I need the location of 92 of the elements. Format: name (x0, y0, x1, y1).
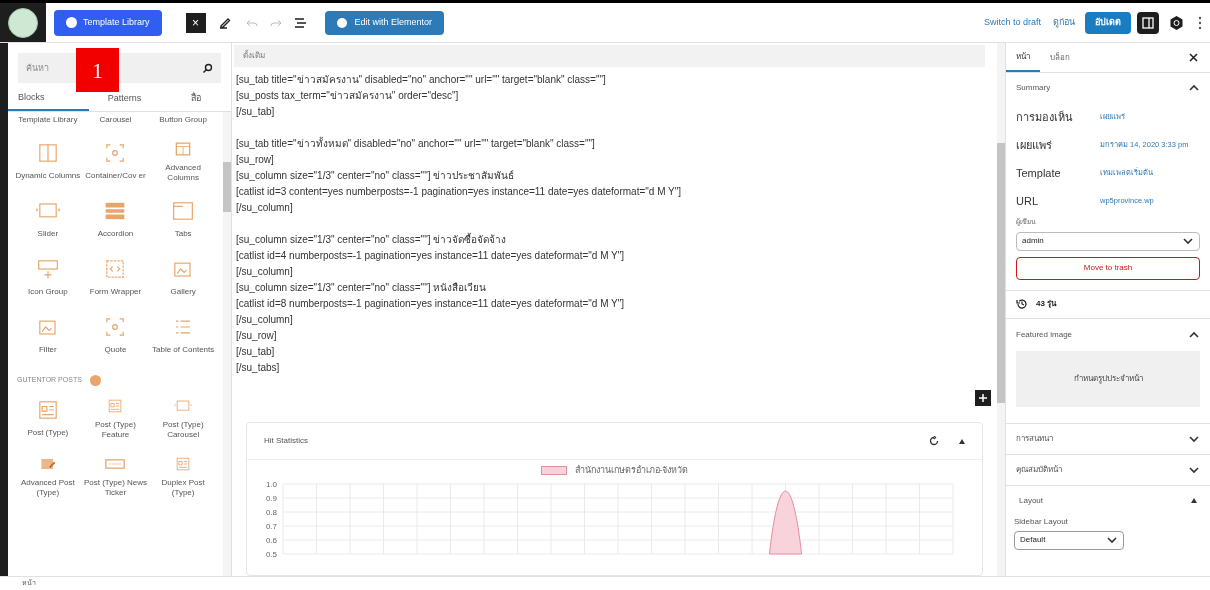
summary-label: Template (1016, 165, 1062, 181)
shortcode-line: [/su_tab] (236, 105, 276, 119)
block-item[interactable]: Slider (14, 197, 82, 241)
shortcode-line: [su_tab title="ข่าวทั้งหมด" disabled="no" anchor="" url="" target="blank" class=""] (236, 136, 596, 151)
y-axis-label: 0.5 (265, 549, 277, 559)
block-item[interactable]: Accordion (81, 197, 150, 241)
block-label[interactable]: Template Library (14, 115, 82, 125)
panel-title[interactable]: คุณสมบัติหน้า (1016, 463, 1062, 476)
add-block-button[interactable] (975, 390, 991, 406)
shortcode-line: [catlist id=3 content=yes numberposts=-1 pagination=yes instance=11 date=yes dateformat="d M Y"] (236, 185, 683, 199)
panel-title[interactable]: Summary (1016, 82, 1051, 94)
sidebar-panel-icon (1142, 16, 1154, 29)
switch-to-draft-link[interactable]: Switch to draft (983, 15, 1041, 30)
shortcode-line: [/su_column] (236, 201, 294, 215)
settings-tab[interactable]: หน้า (1006, 43, 1040, 72)
shortcode-line: [/su_tab] (236, 345, 276, 359)
y-axis-label: 1.0 (265, 479, 277, 489)
inserter-tab[interactable]: สื่อ (160, 87, 231, 111)
scrollbar[interactable] (997, 43, 1005, 576)
close-button[interactable]: × (185, 12, 206, 33)
block-item[interactable]: Quote (81, 313, 150, 357)
y-axis-label: 0.8 (265, 507, 277, 517)
sidebar-layout-select[interactable]: Default (1014, 530, 1124, 550)
panel-title[interactable]: Layout (1019, 494, 1044, 507)
legend-swatch (540, 466, 567, 476)
block-item[interactable]: Table of Contents (149, 313, 217, 357)
author-select[interactable]: admin (1016, 231, 1200, 251)
y-axis-label: 0.7 (265, 521, 277, 531)
list-view-icon[interactable] (293, 16, 307, 29)
shortcode-line: [su_tab title="ข่าวสมัครงาน" disabled="no" anchor="" url="" target="blank" class=""] (236, 73, 607, 87)
more-options-icon[interactable] (1198, 15, 1202, 30)
field-label: Sidebar Layout (1014, 515, 1069, 528)
block-label[interactable]: Button Group (149, 115, 217, 125)
summary-label: URL (1016, 193, 1039, 209)
block-label-bar: ดั้งเดิม (234, 45, 985, 67)
shortcode-line: [su_column size="1/3" center="no" class=""] หนังสือเวียน (236, 281, 488, 295)
plus-icon (979, 394, 987, 402)
move-to-trash-button[interactable]: Move to trash (1016, 256, 1200, 280)
block-item[interactable]: Tabs (149, 197, 217, 241)
template-library-button[interactable]: Template Library (54, 9, 162, 36)
settings-tab[interactable]: บล็อก (1040, 43, 1080, 72)
block-item[interactable]: Container/Cov er (81, 139, 150, 183)
chevron-down-icon (1182, 235, 1194, 247)
block-item[interactable]: Form Wrapper (81, 255, 150, 299)
block-item[interactable]: Filter (14, 313, 82, 357)
shortcode-line: [su_row] (236, 153, 275, 167)
close-icon[interactable] (1189, 53, 1198, 62)
shortcode-line: [/su_column] (236, 265, 294, 279)
block-item[interactable]: Post (Type) News Ticker (81, 454, 150, 498)
summary-label: การมองเห็น (1016, 109, 1074, 125)
shortcode-line: [su_column size="1/3" center="no" class=""] ข่าวจัดซื้อจัดจ้าง (236, 232, 508, 247)
inserter-tab[interactable]: Blocks (8, 87, 89, 111)
card-title: Hit Statistics (264, 435, 308, 447)
site-logo[interactable] (8, 7, 38, 38)
block-item[interactable]: Post (Type) (14, 396, 82, 440)
collapse-triangle-icon[interactable] (1191, 498, 1197, 503)
block-item[interactable]: Post (Type) Carousel (149, 396, 217, 440)
shortcode-line: [/su_tabs] (236, 361, 281, 375)
block-item[interactable]: Advanced Columns (149, 139, 217, 183)
shortcode-line: [/su_column] (236, 313, 294, 327)
hexagon-logo-icon[interactable] (1169, 14, 1184, 31)
step-number-tooltip: 1 (76, 48, 119, 92)
panel-title[interactable]: Featured image (1016, 328, 1073, 341)
edit-with-elementor-button[interactable]: Edit with Elementor (324, 10, 445, 35)
y-axis-label: 0.9 (265, 493, 277, 503)
update-button[interactable]: อัปเดต (1085, 11, 1131, 34)
shortcode-line: [/su_row] (236, 329, 278, 343)
scrollbar[interactable] (223, 112, 231, 576)
preview-link[interactable]: ดูก่อน (1053, 15, 1075, 30)
history-icon (1016, 298, 1028, 310)
collapse-triangle-icon[interactable] (959, 438, 965, 444)
panel-title[interactable]: การสนทนา (1016, 432, 1053, 445)
chevron-down-icon (1106, 534, 1118, 546)
legend-label: สำนักงานเกษตรอำเภอ-จังหวัด (574, 464, 689, 477)
sidebar-toggle-button[interactable] (1137, 11, 1159, 34)
block-item[interactable]: Duplex Post (Type) (149, 454, 217, 498)
shortcode-line: [su_posts tax_term="ข่าวสมัครงาน" order="desc"] (236, 89, 460, 103)
revisions-link[interactable]: 43 รุ่น (1036, 298, 1057, 310)
y-axis-label: 0.6 (265, 535, 277, 545)
refresh-icon[interactable] (929, 436, 939, 446)
search-icon (202, 63, 213, 74)
shortcode-line: [catlist id=8 numberposts=-1 pagination=yes instance=11 date=yes dateformat="d M Y"] (236, 297, 626, 311)
set-featured-image-button[interactable]: กำหนดรูปประจำหน้า (1016, 350, 1200, 407)
shortcode-line: [su_column size="1/3" center="no" class=""] ข่าวประชาสัมพันธ์ (236, 169, 516, 183)
block-item[interactable]: Advanced Post (Type) (14, 454, 82, 498)
block-item[interactable]: Icon Group (14, 255, 82, 299)
block-item[interactable]: Post (Type) Feature (81, 396, 150, 440)
shortcode-line: [catlist id=4 numberposts=-1 pagination=yes instance=11 date=yes dateformat="d M Y"] (236, 249, 626, 263)
summary-label: เผยแพร่ (1016, 137, 1053, 153)
block-item[interactable]: Gallery (149, 255, 217, 299)
block-item[interactable]: Dynamic Columns (14, 139, 82, 183)
block-label[interactable]: Carousel (81, 115, 150, 125)
